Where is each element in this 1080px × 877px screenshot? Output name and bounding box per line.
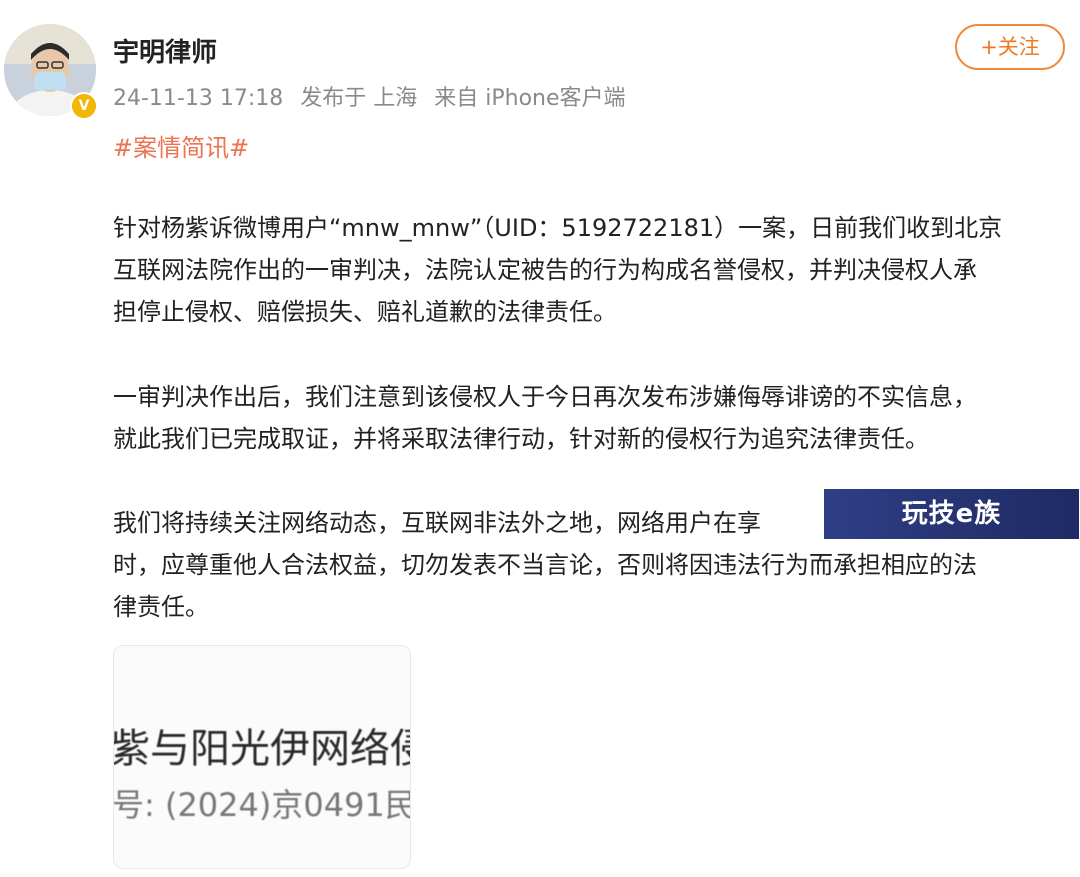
username[interactable]: 宇明律师: [113, 32, 217, 69]
post-location: 发布于 上海: [300, 86, 418, 111]
post-paragraph-2: 一审判决作出后，我们注意到该侵权人于今日再次发布涉嫌侮辱诽谤的不实信息， 就此我…: [113, 376, 977, 460]
post-source: 来自 iPhone客户端: [434, 86, 626, 111]
post-paragraph-1: 针对杨紫诉微博用户“mnw_mnw”（UID：5192722181）一案，日前我…: [113, 207, 1002, 333]
verified-badge-icon: V: [70, 92, 98, 120]
paragraph-line: 互联网法院作出的一审判决，法院认定被告的行为构成名誉侵权，并判决侵权人承: [113, 256, 977, 284]
paragraph-line: 担停止侵权、赔偿损失、赔礼道歉的法律责任。: [113, 298, 617, 326]
post-timestamp: 24-11-13 17:18: [113, 86, 284, 111]
watermark-logo: 玩技e族: [824, 489, 1079, 539]
thumbnail-text-line: 号: (2024)京0491民: [113, 786, 411, 824]
follow-button[interactable]: +关注: [955, 24, 1065, 70]
paragraph-line: 就此我们已完成取证，并将采取法律行动，针对新的侵权行为追究法律责任。: [113, 425, 929, 453]
paragraph-line: 一审判决作出后，我们注意到该侵权人于今日再次发布涉嫌侮辱诽谤的不实信息，: [113, 383, 977, 411]
paragraph-line: 针对杨紫诉微博用户“mnw_mnw”（UID：5192722181）一案，日前我…: [113, 214, 1003, 242]
hashtag-link[interactable]: #案情简讯#: [113, 128, 249, 163]
attached-image-thumbnail[interactable]: 紫与阳光伊网络侵 号: (2024)京0491民: [113, 645, 411, 869]
paragraph-line: 律责任。: [113, 593, 209, 621]
post-meta: 24-11-13 17:18 发布于 上海 来自 iPhone客户端: [113, 80, 636, 112]
paragraph-line: 时，应尊重他人合法权益，切勿发表不当言论，否则将因违法行为而承担相应的法: [113, 551, 977, 579]
thumbnail-text-line: 紫与阳光伊网络侵: [113, 726, 411, 772]
